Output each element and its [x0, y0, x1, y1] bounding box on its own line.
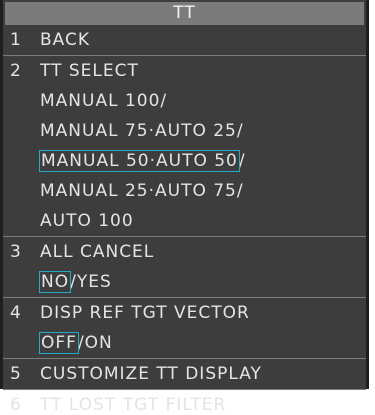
- menu-item-label: TT LOST TGT FILTER: [40, 395, 227, 415]
- menu-item-back[interactable]: 1 BACK: [3, 25, 366, 55]
- option-label: MANUAL 100/: [40, 91, 168, 111]
- choice-no-selected[interactable]: NO: [38, 271, 72, 293]
- option-auto-100[interactable]: AUTO 100: [3, 206, 366, 236]
- menu-item-label: TT SELECT: [40, 61, 139, 81]
- menu-item-number: 6: [10, 395, 22, 415]
- menu-item-label: ALL CANCEL: [40, 242, 155, 262]
- menu-item-number: 3: [10, 242, 22, 262]
- selected-option[interactable]: MANUAL 50·AUTO 50: [39, 150, 240, 172]
- option-label: MANUAL 25·AUTO 75/: [40, 181, 244, 201]
- option-manual-50-auto-50[interactable]: MANUAL 50·AUTO 50/: [3, 146, 366, 176]
- choice-on[interactable]: /ON: [78, 333, 113, 353]
- tt-menu-panel: TT 1 BACK 2 TT SELECT MANUAL 100/ MANUAL…: [0, 0, 369, 415]
- all-cancel-choice[interactable]: NO/YES: [3, 267, 366, 297]
- menu-title: TT: [5, 2, 364, 25]
- menu-item-customize-tt-display[interactable]: 5 CUSTOMIZE TT DISPLAY: [3, 358, 366, 389]
- menu-item-number: 2: [10, 61, 22, 81]
- option-separator: /: [238, 151, 246, 171]
- option-manual-100[interactable]: MANUAL 100/: [3, 86, 366, 116]
- menu-item-all-cancel[interactable]: 3 ALL CANCEL: [3, 236, 366, 267]
- menu-item-number: 4: [10, 303, 22, 323]
- menu-item-label: DISP REF TGT VECTOR: [40, 303, 250, 323]
- choice-yes[interactable]: /YES: [70, 272, 112, 292]
- menu-item-number: 5: [10, 364, 22, 384]
- choice-off-selected[interactable]: OFF: [39, 332, 79, 354]
- menu-item-tt-lost-tgt-filter[interactable]: 6 TT LOST TGT FILTER: [3, 389, 366, 415]
- option-manual-75-auto-25[interactable]: MANUAL 75·AUTO 25/: [3, 116, 366, 146]
- menu-item-number: 1: [10, 30, 22, 50]
- option-label: AUTO 100: [40, 211, 134, 231]
- menu-item-tt-select[interactable]: 2 TT SELECT: [3, 55, 366, 86]
- option-manual-25-auto-75[interactable]: MANUAL 25·AUTO 75/: [3, 176, 366, 206]
- disp-ref-choice[interactable]: OFF/ON: [3, 328, 366, 358]
- menu-item-label: CUSTOMIZE TT DISPLAY: [40, 364, 262, 384]
- menu-item-disp-ref-tgt-vector[interactable]: 4 DISP REF TGT VECTOR: [3, 297, 366, 328]
- option-label: MANUAL 75·AUTO 25/: [40, 121, 244, 141]
- menu-item-label: BACK: [40, 30, 91, 50]
